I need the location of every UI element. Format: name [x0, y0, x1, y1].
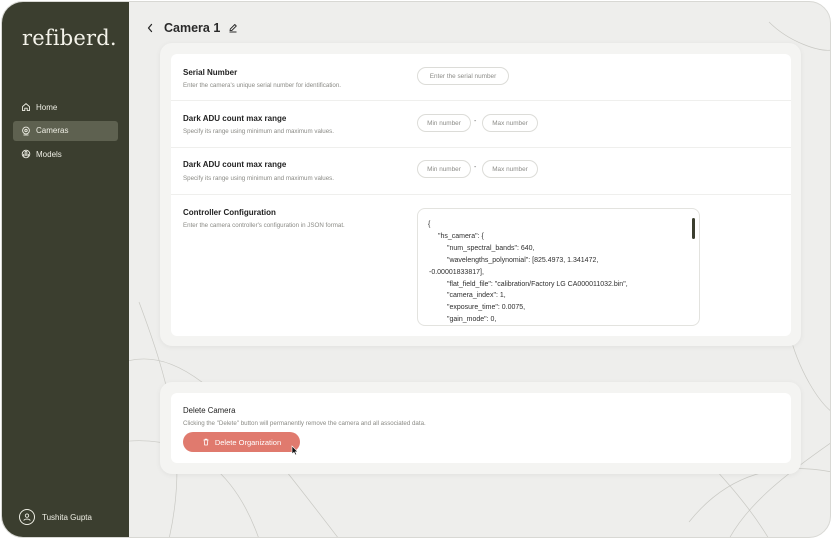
dark-adu-desc: Specify its range using minimum and maxi… — [183, 128, 334, 135]
sidebar-item-home[interactable]: Home — [13, 97, 118, 117]
dark-adu-title: Dark ADU count max range — [183, 160, 287, 169]
delete-organization-button[interactable]: Delete Organization — [183, 432, 300, 452]
min-number-input[interactable]: Min number — [417, 114, 471, 132]
json-line: "num_spectral_bands": 640, — [447, 244, 535, 252]
json-line: "camera_index": 1, — [447, 292, 506, 300]
sidebar-item-label: Models — [36, 149, 62, 159]
min-number-input[interactable]: Min number — [417, 160, 471, 178]
json-scrollbar[interactable] — [692, 218, 695, 239]
edit-icon[interactable] — [228, 23, 238, 33]
user-name: Tushita Gupta — [42, 512, 92, 522]
danger-zone-card: Delete Camera Clicking the "Delete" butt… — [160, 382, 801, 474]
serial-number-input[interactable]: Enter the serial number — [417, 67, 509, 85]
range-separator: - — [474, 118, 477, 125]
page-title: Camera 1 — [164, 21, 221, 35]
models-icon — [21, 149, 31, 159]
json-line: "exposure_time": 0.0075, — [447, 304, 526, 312]
max-number-input[interactable]: Max number — [482, 114, 538, 132]
home-icon — [22, 103, 30, 112]
json-line: { — [428, 221, 431, 228]
delete-button-label: Delete Organization — [214, 437, 282, 447]
camera-icon — [22, 126, 30, 135]
sidebar-item-label: Home — [36, 102, 58, 112]
dark-adu-range-row: Dark ADU count max range Specify its ran… — [171, 101, 791, 148]
delete-camera-desc: Clicking the "Delete" button will perman… — [183, 420, 426, 427]
serial-number-row: Serial Number Enter the camera's unique … — [171, 54, 791, 101]
main-content: Camera 1 Serial Number Enter the camera'… — [129, 2, 830, 537]
max-number-input[interactable]: Max number — [482, 160, 538, 178]
sidebar-item-cameras[interactable]: Cameras — [13, 120, 118, 141]
avatar — [19, 509, 35, 525]
chevron-left-icon — [147, 23, 153, 33]
sidebar: refiberd. Home Cameras Models Tushita Gu… — [2, 2, 129, 537]
page-header: Camera 1 — [146, 21, 238, 35]
dark-adu-desc: Specify its range using minimum and maxi… — [183, 175, 334, 182]
controller-config-title: Controller Configuration — [183, 208, 276, 217]
sidebar-item-models[interactable]: Models — [13, 144, 118, 164]
dark-adu-title: Dark ADU count max range — [183, 114, 287, 123]
range-separator: - — [474, 164, 477, 171]
sidebar-item-label: Cameras — [36, 126, 69, 135]
serial-number-desc: Enter the camera's unique serial number … — [183, 82, 342, 89]
json-line: "wavelengths_polynomial": [825.4973, 1.3… — [447, 256, 599, 264]
camera-settings-panel: Serial Number Enter the camera's unique … — [171, 54, 791, 336]
json-line: "hs_camera": { — [438, 232, 484, 240]
danger-zone-panel: Delete Camera Clicking the "Delete" butt… — [171, 393, 791, 463]
logo: refiberd. — [22, 26, 117, 50]
app-window: refiberd. Home Cameras Models Tushita Gu… — [1, 1, 831, 538]
json-content: { "hs_camera": { "num_spectral_bands": 6… — [428, 219, 686, 325]
json-line: "flat_field_file": "calibration/Factory … — [447, 280, 628, 288]
json-line: "gain_mode": 0, — [447, 316, 497, 324]
user-profile[interactable]: Tushita Gupta — [19, 509, 92, 525]
json-line: -0.00001833817], — [429, 268, 484, 276]
back-button[interactable] — [146, 22, 156, 34]
delete-camera-title: Delete Camera — [183, 406, 236, 415]
controller-config-json-input[interactable]: { "hs_camera": { "num_spectral_bands": 6… — [417, 208, 700, 326]
mouse-cursor-icon — [291, 445, 299, 456]
serial-number-title: Serial Number — [183, 68, 238, 77]
camera-settings-card: Serial Number Enter the camera's unique … — [160, 43, 801, 346]
sidebar-nav: Home Cameras Models — [13, 97, 118, 168]
user-icon — [23, 513, 31, 521]
dark-adu-range-row-2: Dark ADU count max range Specify its ran… — [171, 148, 791, 195]
controller-config-desc: Enter the camera controller's configurat… — [183, 222, 345, 229]
trash-icon — [203, 438, 209, 446]
